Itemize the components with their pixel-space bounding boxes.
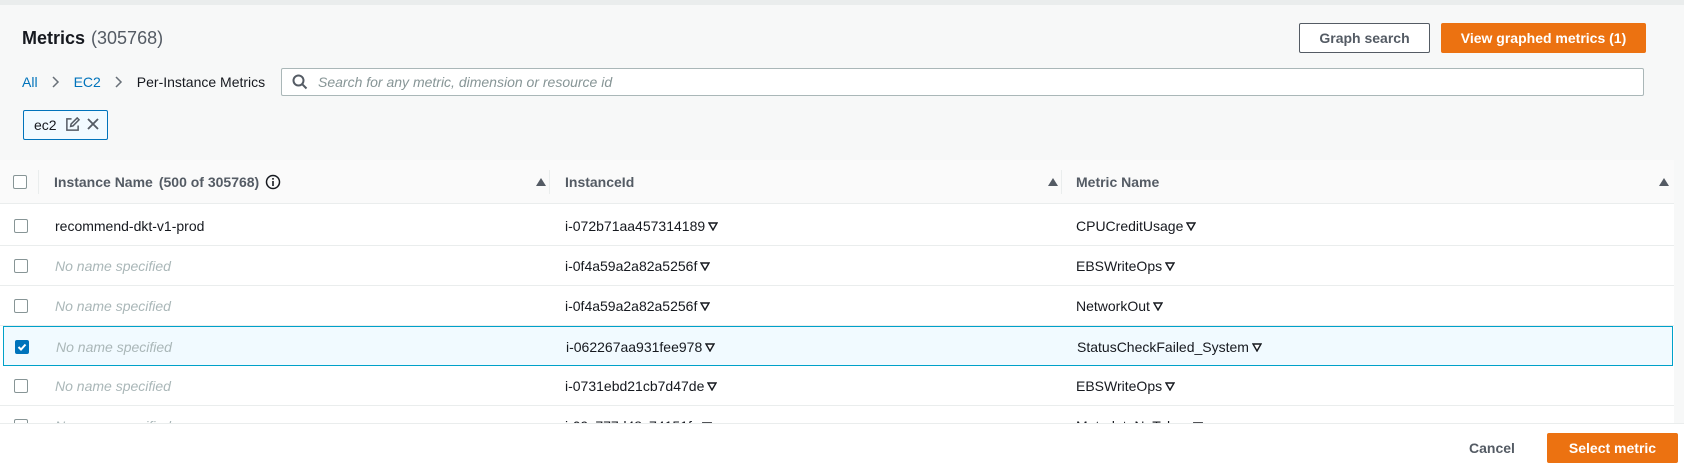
table-row[interactable]: No name specified i-0f4a59a2a82a5256f EBSW…	[0, 246, 1674, 286]
instance-name-cell: No name specified	[55, 258, 171, 274]
metric-search-box[interactable]	[281, 68, 1644, 96]
dropdown-triangle-icon[interactable]	[1165, 381, 1176, 391]
filter-token: ec2	[23, 110, 108, 140]
column-header-metric-name[interactable]: Metric Name	[1076, 160, 1159, 204]
breadcrumb-current: Per-Instance Metrics	[136, 74, 266, 90]
metric-name-value: NetworkOut	[1076, 298, 1150, 314]
dropdown-triangle-icon[interactable]	[708, 221, 719, 231]
modal-footer: Cancel Select metric	[0, 423, 1684, 473]
metric-name-cell: NetworkOut	[1076, 286, 1163, 326]
table-row[interactable]: No name specified i-062267aa931fee978 Stat…	[3, 326, 1673, 366]
column-label-instance-name: Instance Name	[54, 174, 153, 190]
metric-name-value: EBSWriteOps	[1076, 378, 1163, 394]
metric-name-cell: EBSWriteOps	[1076, 246, 1176, 286]
table-row[interactable]: recommend-dkt-v1-prod i-072b71aa457314189…	[0, 206, 1674, 246]
metrics-count: (305768)	[91, 27, 164, 48]
sort-ascending-icon[interactable]	[535, 176, 547, 188]
metric-name-value: StatusCheckFailed_System	[1077, 339, 1249, 355]
instance-id-cell: i-0731ebd21cb7d47de	[565, 366, 718, 406]
dropdown-triangle-icon[interactable]	[700, 261, 711, 271]
row-checkbox[interactable]	[14, 246, 28, 286]
instance-id-cell: i-0f4a59a2a82a5256f	[565, 286, 711, 326]
close-icon[interactable]	[86, 117, 101, 133]
instance-id-cell: i-062267aa931fee978	[566, 327, 716, 367]
table-header: Instance Name (500 of 305768) InstanceId…	[0, 160, 1674, 204]
metrics-header: Metrics (305768)	[22, 23, 163, 53]
breadcrumb-ec2[interactable]: EC2	[74, 74, 101, 90]
sort-ascending-icon[interactable]	[1047, 176, 1059, 188]
dropdown-triangle-icon[interactable]	[1186, 221, 1197, 231]
metric-name-value: EBSWriteOps	[1076, 258, 1163, 274]
metric-name-cell: StatusCheckFailed_System	[1077, 327, 1262, 367]
dropdown-triangle-icon[interactable]	[707, 381, 718, 391]
instance-id-value: i-0f4a59a2a82a5256f	[565, 258, 698, 274]
sort-ascending-icon[interactable]	[1658, 176, 1670, 188]
metric-name-cell: EBSWriteOps	[1076, 366, 1176, 406]
instance-name-count: (500 of 305768)	[158, 174, 260, 190]
row-checkbox[interactable]	[15, 327, 29, 367]
table-row[interactable]: No name specified i-0f4a59a2a82a5256f Netw…	[0, 286, 1674, 326]
breadcrumb: All EC2 Per-Instance Metrics	[22, 68, 265, 96]
row-checkbox[interactable]	[14, 206, 28, 246]
table-row[interactable]: No name specified i-0731ebd21cb7d47de EBSW…	[0, 366, 1674, 406]
breadcrumb-all[interactable]: All	[22, 74, 38, 90]
instance-name-cell: No name specified	[55, 378, 171, 394]
select-metric-button[interactable]: Select metric	[1547, 433, 1678, 463]
dropdown-triangle-icon[interactable]	[1251, 342, 1262, 352]
select-all-checkbox[interactable]	[13, 160, 27, 204]
instance-id-value: i-072b71aa457314189	[565, 218, 706, 234]
instance-id-value: i-0f4a59a2a82a5256f	[565, 298, 698, 314]
dropdown-triangle-icon[interactable]	[705, 342, 716, 352]
column-divider	[1061, 170, 1062, 194]
page-title: Metrics	[22, 27, 86, 48]
instance-id-value: i-0731ebd21cb7d47de	[565, 378, 705, 394]
dropdown-triangle-icon[interactable]	[1165, 261, 1176, 271]
instance-name-cell: No name specified	[56, 339, 172, 355]
column-header-instance-name[interactable]: Instance Name (500 of 305768)	[54, 160, 281, 204]
column-header-instance-id[interactable]: InstanceId	[565, 160, 634, 204]
dropdown-triangle-icon[interactable]	[1152, 301, 1163, 311]
view-graphed-metrics-button[interactable]: View graphed metrics (1)	[1441, 23, 1646, 53]
search-icon	[292, 74, 308, 90]
filter-token-label: ec2	[34, 117, 57, 133]
metric-name-cell: CPUCreditUsage	[1076, 206, 1197, 246]
instance-id-cell: i-072b71aa457314189	[565, 206, 719, 246]
cancel-button[interactable]: Cancel	[1450, 433, 1534, 463]
column-divider	[38, 170, 39, 194]
metrics-panel: Metrics (305768) Graph search View graph…	[0, 0, 1684, 428]
chevron-right-icon	[115, 76, 123, 88]
instance-name-cell: recommend-dkt-v1-prod	[55, 218, 205, 234]
column-divider	[549, 170, 550, 194]
row-checkbox[interactable]	[14, 286, 28, 326]
instance-id-value: i-062267aa931fee978	[566, 339, 703, 355]
chevron-right-icon	[52, 76, 60, 88]
metrics-table: Instance Name (500 of 305768) InstanceId…	[0, 160, 1674, 428]
search-input[interactable]	[318, 74, 1618, 90]
metric-name-value: CPUCreditUsage	[1076, 218, 1184, 234]
edit-icon[interactable]	[65, 117, 80, 133]
graph-search-button[interactable]: Graph search	[1299, 23, 1430, 53]
dropdown-triangle-icon[interactable]	[700, 301, 711, 311]
instance-id-cell: i-0f4a59a2a82a5256f	[565, 246, 711, 286]
info-icon[interactable]	[265, 174, 281, 190]
instance-name-cell: No name specified	[55, 298, 171, 314]
row-checkbox[interactable]	[14, 366, 28, 406]
